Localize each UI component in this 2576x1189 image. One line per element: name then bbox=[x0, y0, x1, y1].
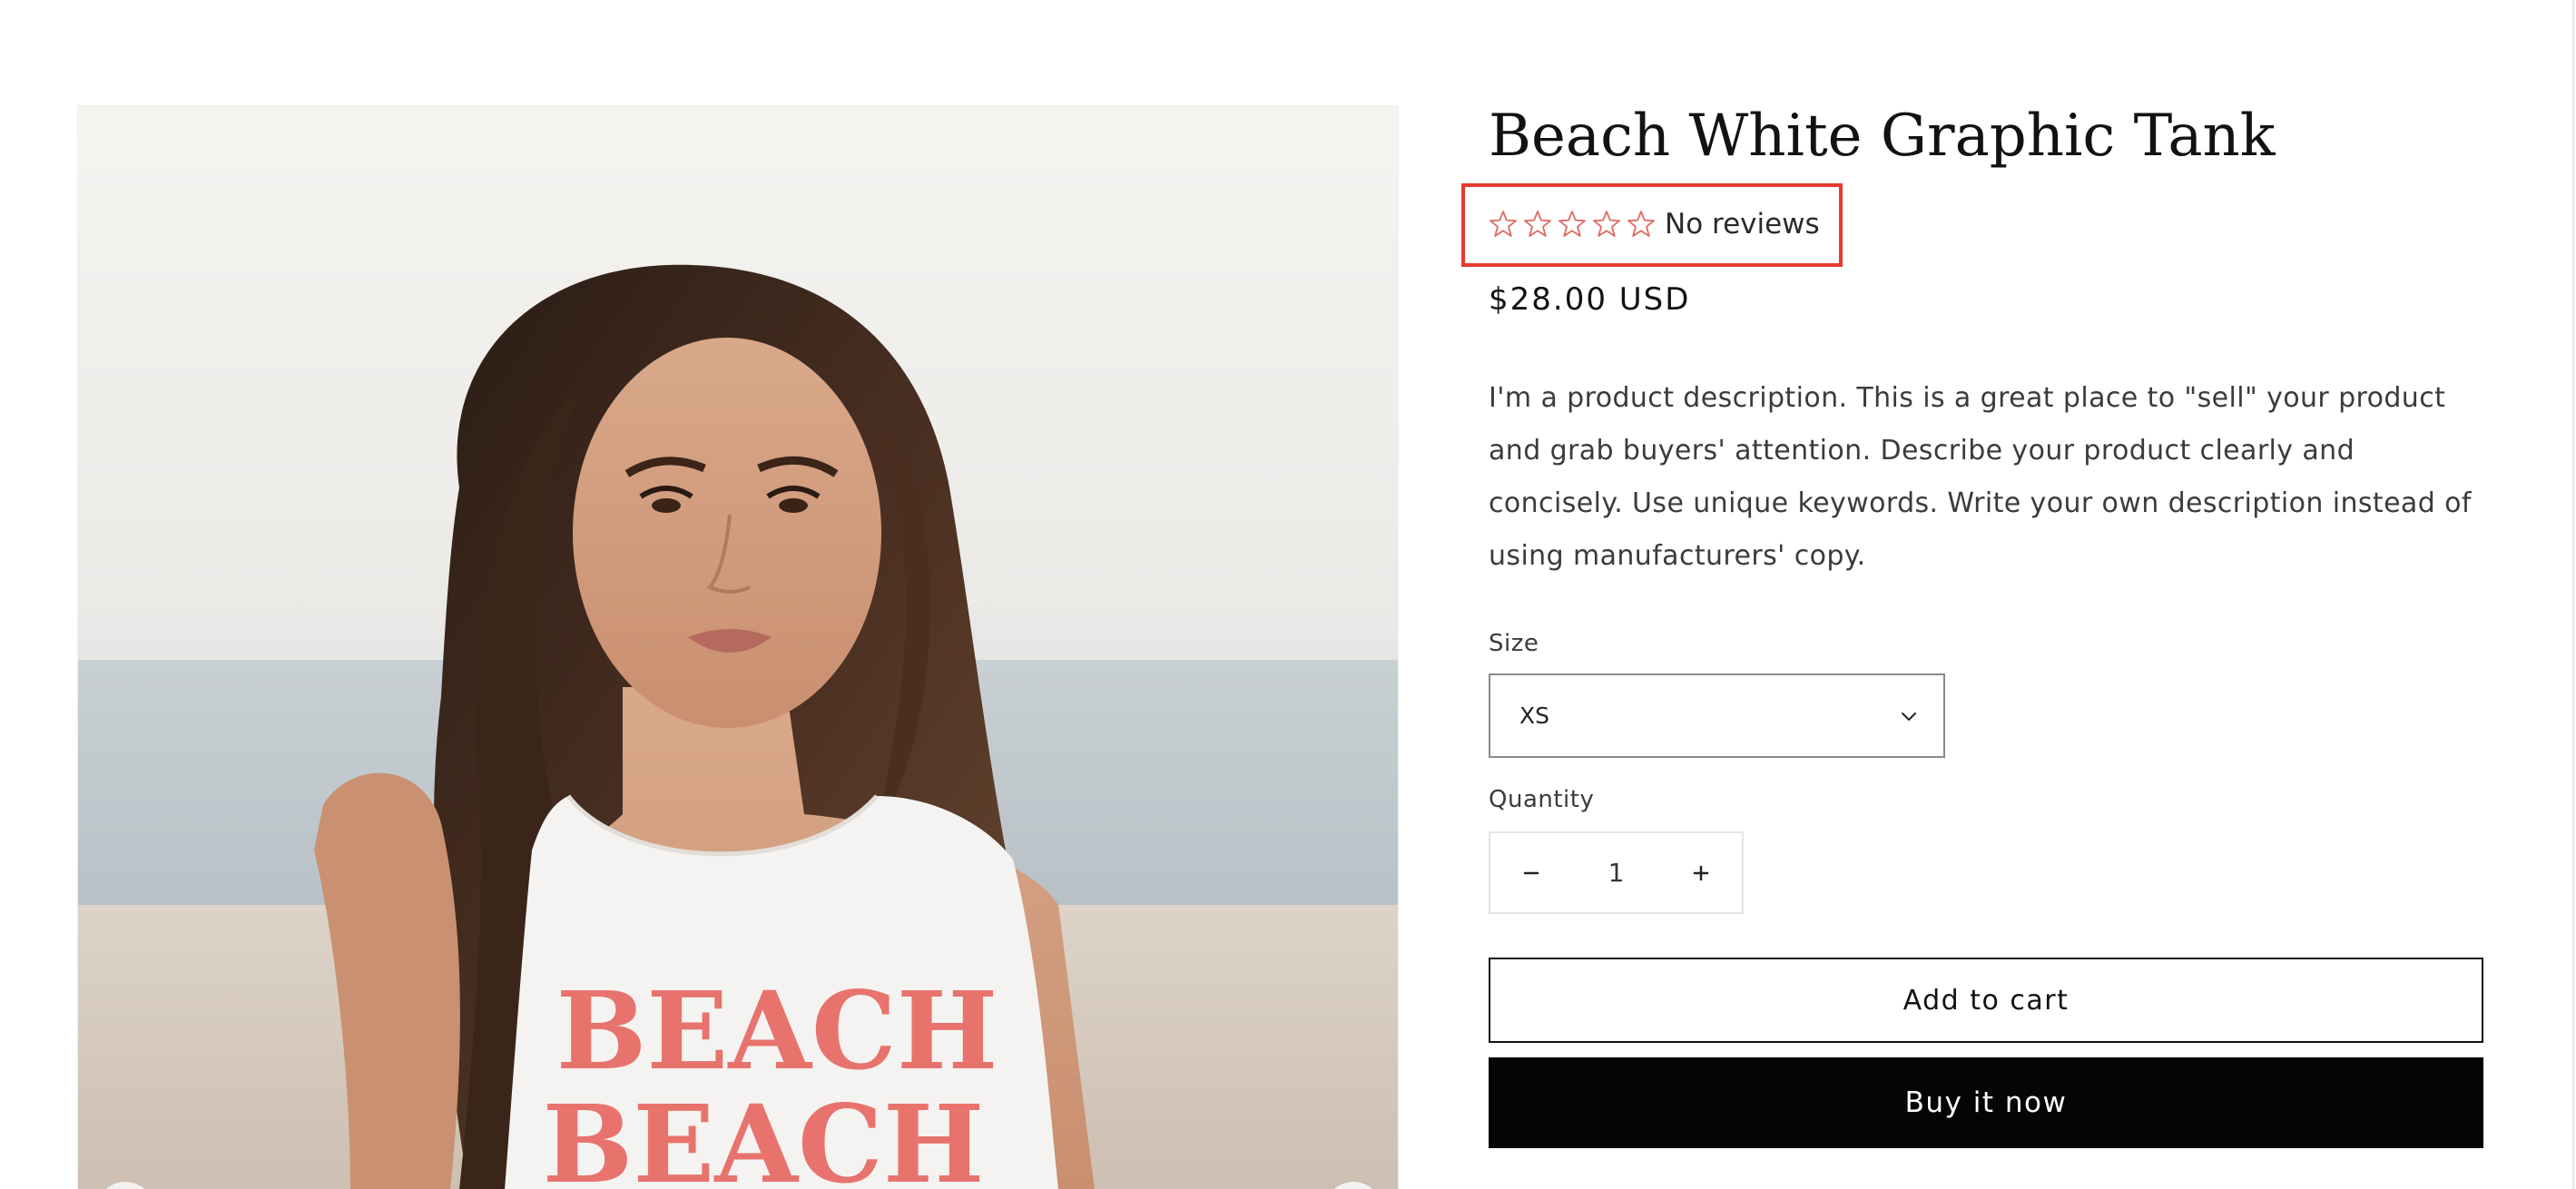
page-edge-divider bbox=[2572, 0, 2574, 1189]
reviews-count-label: No reviews bbox=[1665, 208, 1820, 241]
product-rating[interactable]: No reviews bbox=[1489, 201, 1820, 247]
product-price: $28.00 USD bbox=[1489, 281, 1691, 318]
star-empty-icon bbox=[1524, 211, 1551, 237]
quantity-decrease-button[interactable] bbox=[1490, 833, 1572, 912]
product-gallery[interactable]: BEACH BEACH bbox=[77, 105, 1399, 1189]
quantity-increase-button[interactable] bbox=[1660, 833, 1742, 912]
star-empty-icon bbox=[1490, 211, 1517, 237]
product-title: Beach White Graphic Tank bbox=[1489, 103, 2276, 170]
quantity-input[interactable]: 1 bbox=[1572, 858, 1660, 888]
add-to-cart-button[interactable]: Add to cart bbox=[1489, 958, 2483, 1043]
star-empty-icon bbox=[1627, 211, 1655, 237]
plus-icon bbox=[1693, 865, 1709, 880]
size-label: Size bbox=[1489, 630, 1539, 657]
size-select[interactable]: XS bbox=[1489, 673, 1945, 758]
chevron-down-icon bbox=[1902, 712, 1916, 721]
size-select-value: XS bbox=[1519, 703, 1549, 729]
product-photo: BEACH BEACH bbox=[78, 106, 1398, 1189]
minus-icon bbox=[1523, 871, 1539, 874]
star-empty-icon bbox=[1593, 211, 1620, 237]
buy-now-button[interactable]: Buy it now bbox=[1489, 1057, 2483, 1148]
quantity-stepper: 1 bbox=[1489, 831, 1744, 914]
product-description: I'm a product description. This is a gre… bbox=[1489, 382, 2472, 572]
product-info: Beach White Graphic Tank No reviews $28.… bbox=[1461, 0, 2487, 1189]
quantity-label: Quantity bbox=[1489, 786, 1595, 813]
product-page: BEACH BEACH Beach White Graphic Tank No … bbox=[0, 0, 2576, 1189]
shirt-print-line-2: BEACH bbox=[543, 1081, 985, 1189]
star-empty-icon bbox=[1558, 211, 1586, 237]
shirt-print-line-1: BEACH bbox=[556, 968, 998, 1094]
rating-stars bbox=[1489, 210, 1661, 239]
